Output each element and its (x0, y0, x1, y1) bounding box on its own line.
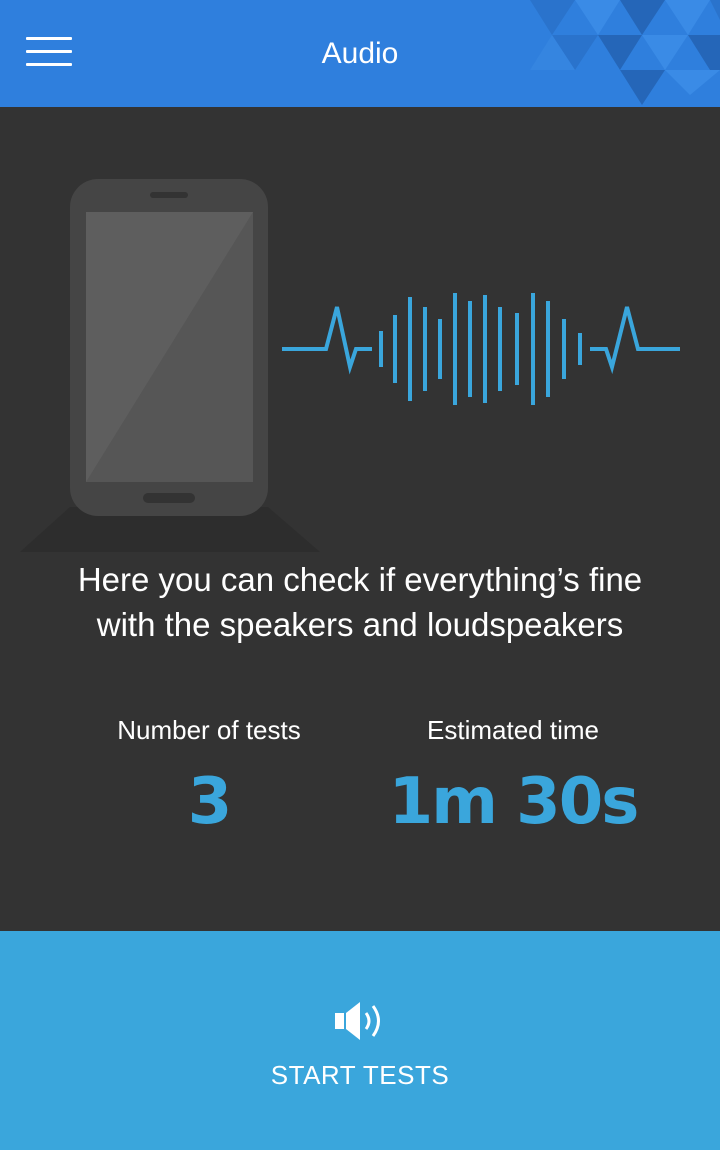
illustration (20, 179, 680, 552)
smartphone-icon (20, 179, 320, 552)
audio-test-panel: Here you can check if everything’s fine … (0, 107, 720, 931)
sound-wave-icon (282, 293, 680, 405)
number-of-tests-value: 3 (187, 765, 233, 839)
number-of-tests-label: Number of tests (117, 715, 301, 745)
description-line-1: Here you can check if everything’s fine (77, 561, 643, 598)
page-title: Audio (321, 37, 399, 70)
estimated-time-value: 1m 30s (388, 765, 640, 839)
number-of-tests-stat: Number of tests 3 (59, 712, 359, 842)
estimated-time-stat: Estimated time 1m 30s (363, 712, 663, 842)
start-tests-label[interactable]: START TESTS (0, 1058, 720, 1092)
speaker-volume-icon (335, 1002, 380, 1040)
description: Here you can check if everything’s fine … (20, 557, 700, 647)
description-line-2: with the speakers and loudspeakers (96, 606, 624, 643)
estimated-time-label: Estimated time (427, 715, 599, 745)
app-bar: Audio (0, 0, 720, 107)
